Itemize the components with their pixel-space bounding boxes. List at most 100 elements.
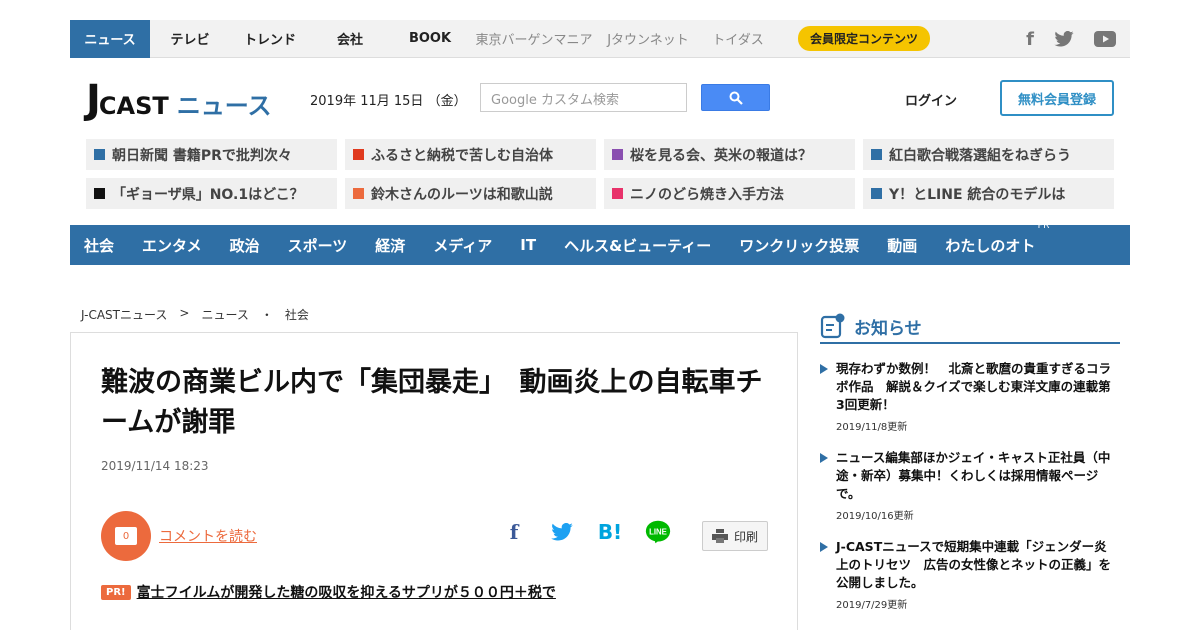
category-tab[interactable]: わたしのオト PR [945,221,1049,256]
topnav-item-toidasu[interactable]: トイダス [698,20,778,58]
topic-color-marker [612,188,623,199]
breadcrumb-separator: > [179,306,190,320]
youtube-icon[interactable] [1094,31,1116,47]
topic-link[interactable]: Y！とLINE 統合のモデルは [863,178,1114,209]
article-title: 難波の商業ビル内で「集団暴走」 動画炎上の自転車チームが謝罪 [101,367,763,438]
print-button[interactable]: 印刷 [702,521,768,551]
topic-link[interactable]: 鈴木さんのルーツは和歌山説 [345,178,596,209]
arrow-right-icon [820,364,828,374]
svg-text:LINE: LINE [649,528,667,537]
line-share-icon[interactable]: LINE [645,519,671,545]
notice-date: 2019/11/8更新 [836,422,908,433]
topic-label: 紅白歌合戦落選組をねぎらう [889,147,1071,164]
category-label: メディア [433,236,493,255]
topnav-item-trend[interactable]: トレンド [230,20,310,58]
topic-link[interactable]: 「ギョーザ県」NO.1はどこ？ [86,178,337,209]
category-tab[interactable]: IT [520,236,536,254]
category-nav: 社会 エンタメ 政治 スポーツ 経済 メディア IT ヘルス&ビューティー ワンクリック投票 動画… [70,221,1130,265]
facebook-share-icon[interactable]: f [501,519,527,545]
hatena-bookmark-icon[interactable]: B! [597,519,623,545]
top-nav: ニュース テレビ トレンド 会社 BOOK 東京バーゲンマニア Jタウンネット … [70,19,1130,58]
topnav-item-tv[interactable]: テレビ [150,20,230,58]
category-tab[interactable]: 政治 [230,235,260,256]
article-date: 2019/11/14 18:23 [101,459,209,473]
read-comments-link[interactable]: コメントを読む [159,526,257,546]
category-tab[interactable]: スポーツ [288,235,348,256]
article-card: 難波の商業ビル内で「集団暴走」 動画炎上の自転車チームが謝罪 2019/11/1… [70,332,798,630]
notice-date: 2019/7/29更新 [836,600,908,611]
site-logo[interactable]: J CAST ニュース [86,80,272,120]
category-label: IT [520,236,537,254]
breadcrumb-separator: ・ [260,308,273,322]
breadcrumb-society[interactable]: 社会 [285,306,309,323]
topic-color-marker [353,149,364,160]
breadcrumb-news[interactable]: ニュース [201,306,248,323]
category-tab[interactable]: ヘルス&ビューティー [564,235,711,256]
category-tab[interactable]: エンタメ [142,235,202,256]
category-label: エンタメ [142,236,202,255]
topic-color-marker [612,149,623,160]
register-button[interactable]: 無料会員登録 [1000,80,1114,116]
category-tab[interactable]: 動画 [887,235,917,256]
pr-marker: PR [1037,220,1050,231]
category-tab[interactable]: 社会 [84,235,114,256]
topnav-item-bargain[interactable]: 東京バーゲンマニア [470,20,598,58]
comment-icon: 0 [115,527,137,545]
notice-item[interactable]: 現存わずか数例！ 北斎と歌麿の貴重すぎるコラボ作品 解説＆クイズで楽しむ東洋文庫… [820,360,1116,433]
pr-ad-link[interactable]: 富士フイルムが開発した糖の吸収を抑えるサプリが５００円＋税で [137,582,556,602]
topic-label: 「ギョーザ県」NO.1はどこ？ [112,186,304,203]
search-button[interactable] [701,84,770,111]
members-only-badge[interactable]: 会員限定コンテンツ [798,26,931,51]
printer-icon [711,529,728,543]
topic-link[interactable]: 紅白歌合戦落選組をねぎらう [863,139,1114,170]
share-buttons: f B! LINE [501,519,671,545]
notice-item[interactable]: ニュース編集部ほかジェイ・キャスト正社員（中途・新卒）募集中！くわしくは採用情報… [820,449,1116,522]
topnav-item-company[interactable]: 会社 [310,20,390,58]
print-label: 印刷 [733,529,758,544]
topnav-item-news[interactable]: ニュース [70,19,150,58]
topic-link[interactable]: 桜を見る会、英米の報道は？ [604,139,855,170]
notice-list: 現存わずか数例！ 北斎と歌麿の貴重すぎるコラボ作品 解説＆クイズで楽しむ東洋文庫… [820,360,1116,627]
pr-ad-line: PR! 富士フイルムが開発した糖の吸収を抑えるサプリが５００円＋税で [101,582,556,602]
notice-text: ニュース編集部ほかジェイ・キャスト正社員（中途・新卒）募集中！くわしくは採用情報… [836,450,1111,501]
category-label: わたしのオト [945,236,1036,255]
topic-link[interactable]: 朝日新聞 書籍PRで批判次々 [86,139,337,170]
page: ニュース テレビ トレンド 会社 BOOK 東京バーゲンマニア Jタウンネット … [0,0,1200,630]
current-date: 2019年 11月 15日 （金） [310,94,467,109]
category-tab[interactable]: ワンクリック投票 [739,235,859,256]
comment-button[interactable]: 0 [101,511,151,561]
topic-link[interactable]: ふるさと納税で苦しむ自治体 [345,139,596,170]
logo-news: ニュース [176,92,272,120]
pr-badge: PR! [101,584,131,600]
notice-text: J-CASTニュースで短期集中連載「ジェンダー炎上のトリセツ 広告の女性像とネッ… [836,539,1112,590]
topic-color-marker [871,149,882,160]
notice-item[interactable]: J-CASTニュースで短期集中連載「ジェンダー炎上のトリセツ 広告の女性像とネッ… [820,538,1116,611]
twitter-icon[interactable] [1054,31,1074,47]
topic-label: 桜を見る会、英米の報道は？ [630,147,812,164]
topic-color-marker [94,188,105,199]
notices-header: お知らせ [820,310,1120,344]
topic-grid: 朝日新聞 書籍PRで批判次々 ふるさと納税で苦しむ自治体 桜を見る会、英米の報道は？… [86,139,1114,209]
breadcrumb: J-CASTニュース > ニュース ・ 社会 [81,306,309,323]
twitter-share-icon[interactable] [549,519,575,545]
category-label: スポーツ [287,236,348,255]
breadcrumb-home[interactable]: J-CASTニュース [81,306,167,323]
topic-label: Y！とLINE 統合のモデルは [889,186,1066,203]
category-label: 社会 [84,236,115,255]
search-input[interactable]: Google カスタム検索 [480,83,687,112]
topic-label: 朝日新聞 書籍PRで批判次々 [112,147,292,164]
topic-label: ふるさと納税で苦しむ自治体 [371,147,553,164]
topic-link[interactable]: ニノのどら焼き入手方法 [604,178,855,209]
topic-color-marker [353,188,364,199]
social-links: f [1026,20,1116,58]
category-label: ワンクリック投票 [739,236,860,255]
topnav-item-book[interactable]: BOOK [390,20,470,58]
notice-text: 現存わずか数例！ 北斎と歌麿の貴重すぎるコラボ作品 解説＆クイズで楽しむ東洋文庫… [836,361,1112,412]
category-tab[interactable]: メディア [433,235,492,256]
category-tab[interactable]: 経済 [375,235,405,256]
arrow-right-icon [820,453,828,463]
login-link[interactable]: ログイン [905,90,957,109]
facebook-icon[interactable]: f [1026,29,1034,50]
topnav-item-jtown[interactable]: Jタウンネット [598,20,698,58]
topic-color-marker [94,149,105,160]
